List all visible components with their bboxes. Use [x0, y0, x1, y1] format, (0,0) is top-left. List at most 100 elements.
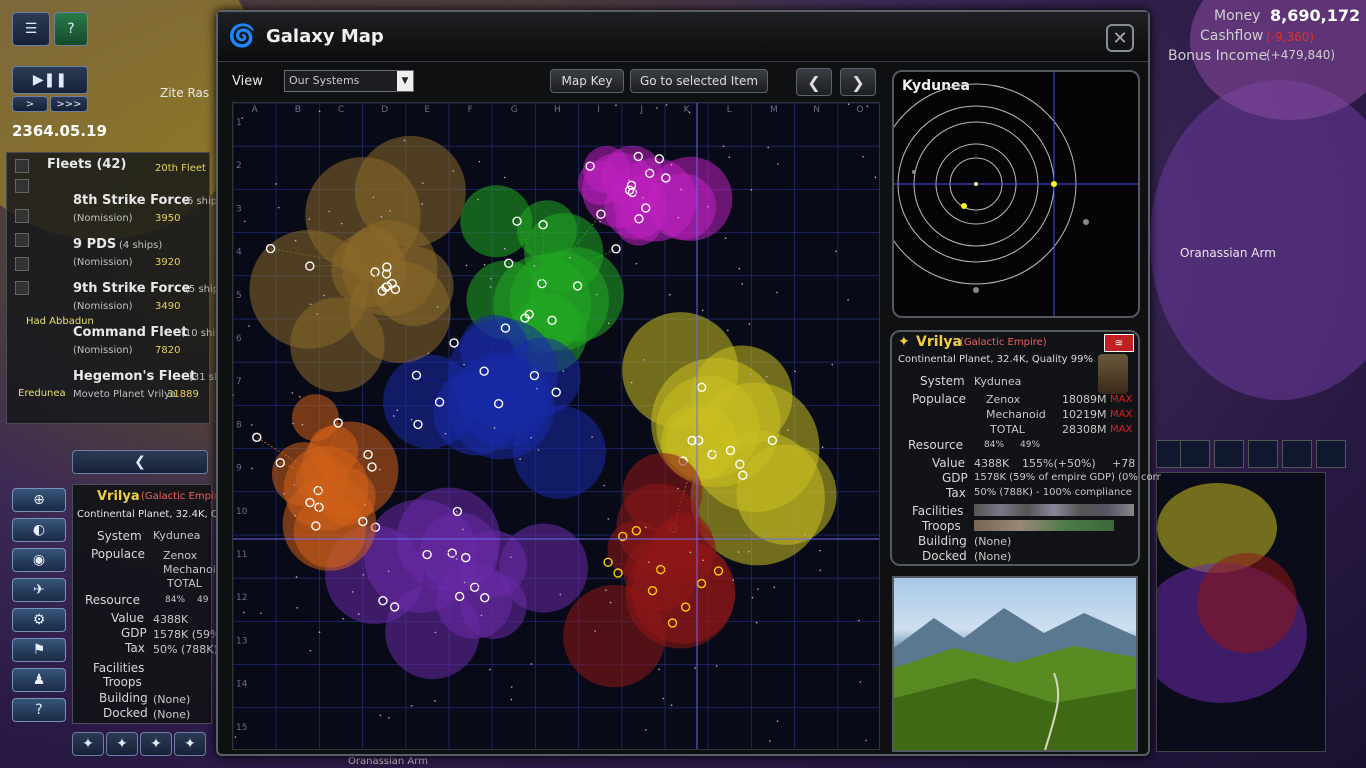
window-title: Galaxy Map	[266, 26, 384, 47]
planet-thumb[interactable]	[1180, 440, 1210, 468]
galaxy-map[interactable]: A B C D E F G H I J K L M N O 1 2 3 4 5 6 7 8 9 10 11 12 13 14 15	[232, 102, 880, 750]
star-dot	[562, 370, 565, 372]
menu-button[interactable]: ☰	[12, 12, 50, 46]
planet-name: Vrilya	[97, 489, 140, 504]
grid-row-label: 3	[236, 204, 242, 214]
value-value: 4388K	[974, 457, 1010, 470]
star-dot	[615, 104, 617, 107]
previous-button[interactable]: ❮	[796, 68, 832, 96]
value-label: Value	[111, 611, 144, 625]
fleet-fuel: 3950	[155, 213, 181, 224]
star-dot	[847, 103, 850, 105]
star-dot	[847, 298, 849, 301]
star-dot	[477, 198, 479, 201]
fleets-header[interactable]: Fleets (42)	[47, 157, 126, 172]
star-dot	[340, 222, 343, 225]
star-dot	[423, 749, 425, 750]
building-label: Building	[918, 534, 967, 548]
view-select[interactable]: Our Systems ▼	[284, 70, 414, 92]
planet-thumb[interactable]	[1316, 440, 1346, 468]
galaxy-map-canvas[interactable]: A B C D E F G H I J K L M N O123456789101112131415	[233, 103, 880, 750]
settings-button[interactable]: ⚙	[12, 608, 66, 632]
fleet-row[interactable]: 9 PDS (4 ships) (Nomission) 3920	[37, 237, 213, 277]
speed-slow-button[interactable]: >	[12, 96, 48, 112]
resource-b: 49	[197, 595, 209, 605]
star-dot	[874, 176, 877, 179]
star-dot	[787, 429, 789, 432]
fleet-mission: (Nomission)	[73, 213, 133, 224]
grid-col-label: M	[770, 105, 778, 115]
planet-thumb[interactable]	[1248, 440, 1278, 468]
star-dot	[701, 309, 704, 312]
help-topics-button[interactable]: ?	[12, 698, 66, 722]
globe-icon[interactable]	[15, 159, 29, 173]
star-dot	[388, 716, 390, 719]
grid-col-label: H	[554, 105, 561, 115]
star-dot	[480, 614, 483, 617]
star-dot	[680, 188, 682, 191]
planet-thumb[interactable]	[1282, 440, 1312, 468]
planet-thumb[interactable]	[1214, 440, 1244, 468]
goto-selected-button[interactable]: Go to selected Item	[630, 69, 768, 93]
ship-thumb[interactable]: ✦	[174, 732, 206, 756]
next-button[interactable]: ❯	[840, 68, 876, 96]
planet-view-button[interactable]: ◐	[12, 518, 66, 542]
star-dot	[821, 446, 824, 449]
star-dot	[656, 107, 658, 109]
troops-strip[interactable]	[974, 520, 1114, 531]
grid-col-label: A	[252, 105, 259, 115]
map-key-button[interactable]: Map Key	[550, 69, 624, 93]
star-dot	[670, 163, 673, 166]
flag-button[interactable]: ⚑	[12, 638, 66, 662]
ship-view-button[interactable]: ✈	[12, 578, 66, 602]
star-dot	[835, 250, 837, 253]
galaxy-map-window: 🌀 Galaxy Map ✕ View Our Systems ▼ Map Ke…	[216, 10, 1161, 756]
population-button[interactable]: ♟	[12, 668, 66, 692]
target-icon[interactable]	[15, 281, 29, 295]
view-label: View	[232, 74, 263, 89]
target-lock-button[interactable]: ⊕	[12, 488, 66, 512]
star-dot	[490, 277, 492, 280]
help-button[interactable]: ?	[54, 12, 88, 46]
star-dot	[452, 170, 455, 172]
chevron-icon[interactable]	[15, 179, 29, 193]
close-button[interactable]: ✕	[1106, 24, 1134, 52]
eye-view-button[interactable]: ◉	[12, 548, 66, 572]
fleet-row[interactable]: 9th Strike Force (5 ships) (Nomission) 3…	[37, 281, 228, 321]
map-label-eredunea: Eredunea	[18, 388, 66, 399]
station-icon[interactable]	[15, 233, 29, 247]
facilities-strip[interactable]	[974, 504, 1134, 516]
game-date: 2364.05.19	[12, 122, 107, 140]
star-dot	[510, 556, 512, 558]
route-line	[698, 439, 700, 441]
star-dot	[749, 373, 752, 376]
star-dot	[342, 617, 344, 620]
play-pause-button[interactable]: ▶❚❚	[12, 66, 88, 94]
orbit-diagram	[894, 72, 1138, 316]
ship-thumb[interactable]: ✦	[72, 732, 104, 756]
speed-fast-button[interactable]: >>>	[50, 96, 88, 112]
ship-thumb[interactable]: ✦	[140, 732, 172, 756]
star-dot	[635, 262, 638, 265]
star-dot	[316, 313, 319, 315]
star-dot	[463, 581, 466, 584]
star-dot	[689, 551, 692, 554]
bonus-income-label: Bonus Income	[1168, 48, 1268, 64]
race-name: Mechanoid	[986, 408, 1046, 421]
system-orbit-view[interactable]: Kydunea	[892, 70, 1140, 318]
system-label: System	[97, 529, 142, 543]
star-dot	[748, 323, 751, 325]
fleet-row[interactable]: 8th Strike Force (6 ships) (Nomission) 3…	[37, 193, 226, 233]
star-icon: ✦	[898, 334, 910, 350]
star-dot	[389, 209, 391, 212]
fleet-row[interactable]: Command Fleet (10 ships) (Nomission) 782…	[37, 325, 231, 365]
ship-icon[interactable]	[15, 209, 29, 223]
territory-orange	[283, 445, 369, 531]
star-dot	[328, 210, 331, 213]
minimap[interactable]	[1156, 472, 1326, 752]
fleet-icon[interactable]	[15, 257, 29, 271]
collapse-panel-button[interactable]: ❮	[72, 450, 208, 474]
system-label: System	[920, 374, 965, 388]
star-dot	[727, 329, 729, 332]
ship-thumb[interactable]: ✦	[106, 732, 138, 756]
